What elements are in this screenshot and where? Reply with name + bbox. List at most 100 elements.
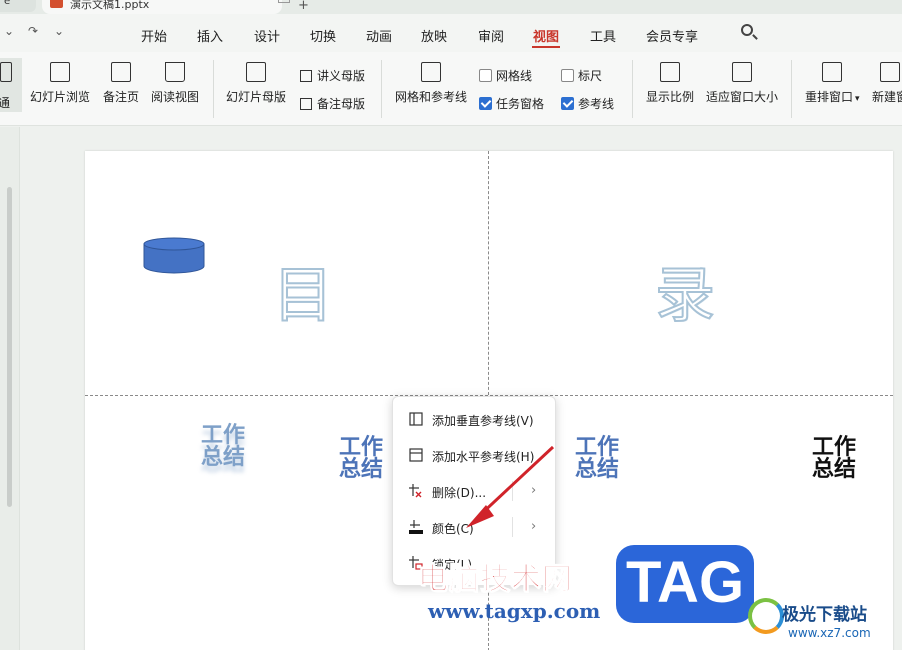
handout-master-label: 讲义母版 [317, 69, 366, 83]
title-char-right[interactable]: 录 [654, 247, 716, 334]
tab-view[interactable]: 视图 [533, 26, 559, 45]
guides-checkbox[interactable]: 参考线 [561, 95, 614, 112]
active-tab-indicator [532, 46, 560, 48]
normal-view-label: 普通 [0, 96, 11, 110]
tab-animations[interactable]: 动画 [366, 26, 392, 45]
fit-window-icon [732, 62, 752, 82]
pane-scrollbar[interactable] [7, 187, 12, 507]
notes-master-button[interactable]: 备注母版 [300, 95, 365, 112]
watermark-site-url: www.xz7.com [788, 626, 871, 640]
wordart-black[interactable]: 工作 总结 [812, 437, 856, 481]
gridlines-checkbox[interactable]: 网格线 [479, 67, 532, 84]
watermark-site-name: 极光下载站 [782, 605, 867, 625]
search-icon[interactable] [741, 24, 753, 36]
ribbon-divider [381, 60, 382, 118]
chevron-right-icon[interactable]: › [531, 519, 536, 534]
home-tab[interactable]: e [0, 0, 36, 12]
slide-master-icon [246, 62, 266, 82]
wordart-line: 工作 [339, 435, 384, 460]
ribbon-divider [791, 60, 792, 118]
title-char-left[interactable]: 目 [272, 247, 334, 334]
vertical-guide-icon [409, 412, 423, 426]
chevron-down-icon: ▾ [855, 94, 860, 104]
view-ribbon: 普通 幻灯片浏览 备注页 阅读视图 幻灯片母版 讲义母版 备注母版 网格和参考线… [0, 52, 902, 126]
new-tab-button[interactable]: + [298, 0, 309, 13]
slide-browse-label: 幻灯片浏览 [30, 90, 91, 104]
task-pane-check-icon [479, 97, 492, 110]
new-window-icon [880, 62, 900, 82]
rearrange-windows-icon [822, 62, 843, 82]
cylinder-shape[interactable] [143, 237, 205, 275]
watermark-tag-logo: TAG [616, 545, 754, 623]
ribbon-divider [632, 60, 633, 118]
tab-insert[interactable]: 插入 [197, 26, 223, 45]
quick-access-more-icon[interactable]: ⌄ [54, 24, 64, 38]
slide-browse-button[interactable]: 幻灯片浏览 [30, 62, 90, 105]
document-tab[interactable]: 演示文稿1.pptx [42, 0, 290, 14]
wordart-faded[interactable]: 工作 总结 [201, 425, 245, 469]
wordart-line: 总结 [201, 445, 246, 470]
guides-label: 参考线 [578, 97, 615, 111]
watermark-url: www.tagxp.com [428, 599, 601, 623]
undo-dropdown-icon[interactable]: ⌄ [4, 24, 14, 38]
rearrange-windows-button[interactable]: 重排窗口 ▾ [805, 62, 860, 105]
delete-guide-icon [409, 484, 422, 498]
title-bar: e 演示文稿1.pptx + [0, 0, 902, 14]
reading-view-label: 阅读视图 [151, 90, 200, 104]
reading-view-button[interactable]: 阅读视图 [151, 62, 199, 105]
new-window-label: 新建窗 [872, 90, 902, 104]
guide-color-item[interactable]: 颜色(C) › [393, 509, 557, 545]
horizontal-guide-icon [409, 448, 423, 462]
delete-guide-item[interactable]: 删除(D)... › [393, 473, 557, 509]
normal-view-button[interactable]: 普通 [0, 58, 22, 112]
wordart-line: 工作 [812, 435, 857, 460]
zoom-ratio-button[interactable]: 显示比例 [646, 62, 694, 105]
tab-home[interactable]: 开始 [141, 26, 167, 45]
add-horizontal-guide-item[interactable]: 添加水平参考线(H) [393, 437, 557, 473]
ruler-check-icon [561, 69, 574, 82]
rearrange-windows-label: 重排窗口 [805, 90, 854, 104]
wordart-line: 总结 [339, 457, 384, 482]
grid-guides-label: 网格和参考线 [395, 90, 468, 104]
slide-sorter-icon [50, 62, 70, 82]
submenu-divider [512, 481, 513, 501]
handout-master-icon [300, 70, 312, 82]
wordart-line: 工作 [575, 435, 620, 460]
new-window-button[interactable]: 新建窗 [872, 62, 902, 105]
grid-guides-button[interactable]: 网格和参考线 [395, 62, 467, 105]
menu-bar: ⌄ ↷ ⌄ 开始 插入 设计 切换 动画 放映 审阅 视图 工具 会员专享 [0, 14, 902, 52]
handout-master-button[interactable]: 讲义母版 [300, 67, 365, 84]
notes-page-button[interactable]: 备注页 [103, 62, 139, 105]
guides-check-icon [561, 97, 574, 110]
normal-view-icon [0, 62, 12, 82]
tab-slideshow[interactable]: 放映 [421, 26, 447, 45]
tab-tools[interactable]: 工具 [590, 26, 616, 45]
redo-icon[interactable]: ↷ [28, 24, 38, 38]
site-logo-icon [748, 598, 784, 634]
menu-item-label: 删除(D)... [432, 486, 487, 500]
tab-options-icon[interactable] [278, 0, 290, 3]
wordart-blue-right[interactable]: 工作 总结 [575, 437, 619, 481]
home-tab-label: e [4, 0, 11, 7]
task-pane-checkbox[interactable]: 任务窗格 [479, 95, 544, 112]
tag-logo-text: TAG [625, 550, 745, 615]
document-tab-title: 演示文稿1.pptx [70, 0, 150, 11]
wordart-line: 总结 [575, 457, 620, 482]
gridlines-check-icon [479, 69, 492, 82]
fit-window-button[interactable]: 适应窗口大小 [706, 62, 778, 105]
tab-design[interactable]: 设计 [254, 26, 280, 45]
slide-master-button[interactable]: 幻灯片母版 [226, 62, 286, 105]
tab-member[interactable]: 会员专享 [646, 26, 698, 45]
percent-icon [660, 62, 680, 82]
task-pane-label: 任务窗格 [496, 97, 545, 111]
chevron-right-icon[interactable]: › [531, 483, 536, 498]
tab-transitions[interactable]: 切换 [310, 26, 336, 45]
wordart-blue[interactable]: 工作 总结 [339, 437, 383, 481]
tab-review[interactable]: 审阅 [478, 26, 504, 45]
menu-item-label: 添加水平参考线(H) [432, 450, 535, 464]
ribbon-divider [213, 60, 214, 118]
add-vertical-guide-item[interactable]: 添加垂直参考线(V) [393, 401, 557, 437]
slide-thumbnail-pane [0, 127, 20, 650]
ruler-checkbox[interactable]: 标尺 [561, 67, 602, 84]
grid-icon [421, 62, 441, 82]
